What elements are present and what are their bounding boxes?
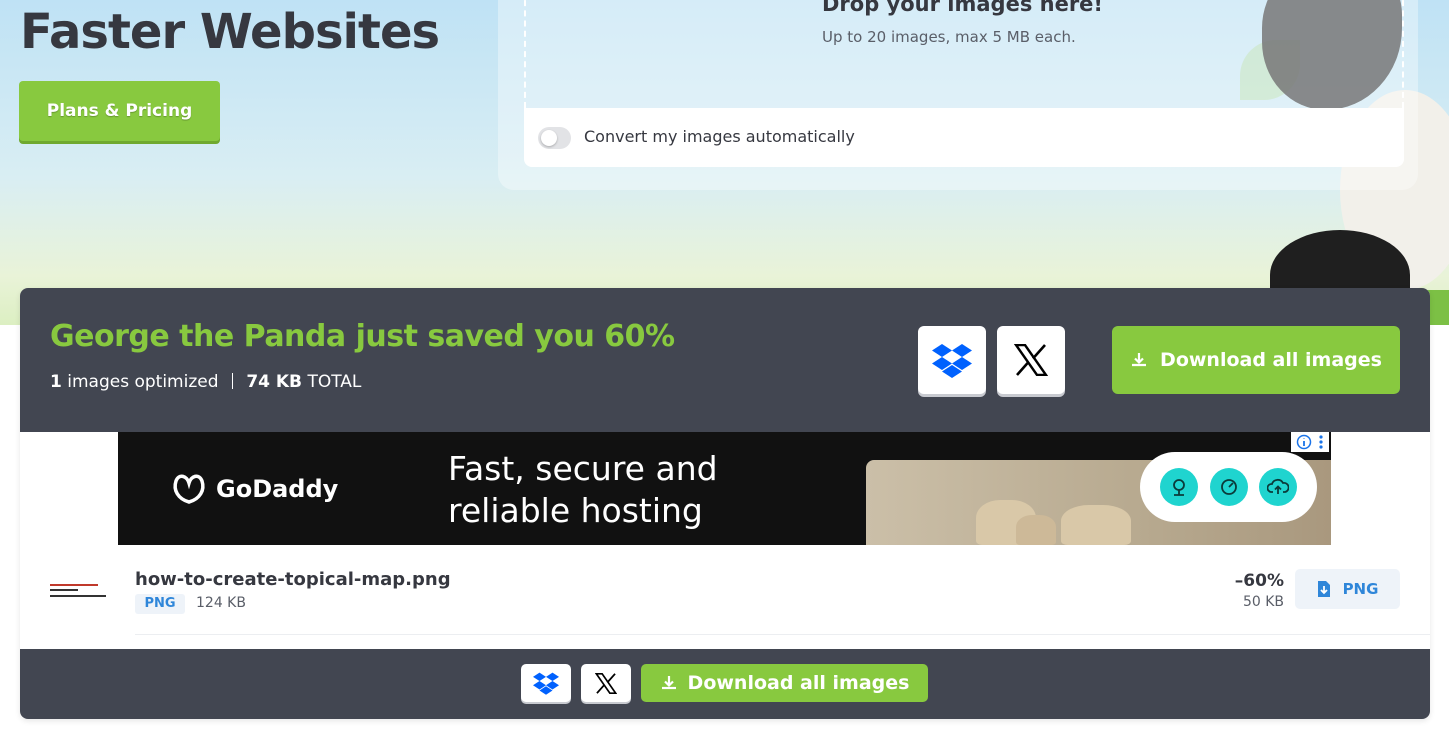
x-logo-icon	[1014, 344, 1048, 376]
thumb-line	[50, 589, 78, 591]
download-all-button[interactable]: Download all images	[1112, 326, 1400, 394]
info-icon[interactable]	[1296, 434, 1312, 450]
ad-feature-icons	[1140, 452, 1317, 522]
hero-title: Faster Websites	[20, 4, 440, 60]
auto-convert-toggle[interactable]	[538, 127, 571, 149]
thumb-line	[50, 595, 106, 597]
x-logo-icon	[595, 672, 617, 694]
file-download-button[interactable]: PNG	[1295, 569, 1400, 609]
dropbox-save-button[interactable]	[918, 326, 986, 394]
auto-convert-label: Convert my images automatically	[584, 127, 855, 146]
more-icon[interactable]	[1318, 434, 1324, 450]
dropzone-title: Drop your images here!	[822, 0, 1103, 16]
file-original-size: 124 KB	[196, 595, 246, 611]
download-icon	[661, 676, 676, 690]
x-share-button[interactable]	[997, 326, 1065, 394]
dropbox-icon	[932, 344, 972, 378]
results-footer: Download all images	[20, 649, 1430, 719]
ad-headline: Fast, secure and reliable hosting	[448, 449, 718, 530]
image-dropzone[interactable]	[524, 0, 1404, 108]
cloud-upload-icon	[1259, 468, 1298, 506]
thumb-line	[50, 584, 98, 586]
results-card: George the Panda just saved you 60% 1 im…	[20, 288, 1430, 719]
file-saving-percent: –60%	[1234, 571, 1284, 591]
hero-section: Faster Websites Plans & Pricing Drop you…	[0, 0, 1449, 325]
x-share-button-footer[interactable]	[581, 664, 631, 702]
ad-brand: GoDaddy	[216, 475, 339, 503]
speed-icon	[1209, 468, 1248, 506]
images-count: 1	[50, 372, 62, 392]
file-thumbnail	[48, 576, 112, 612]
stats-divider	[231, 373, 233, 389]
godaddy-logo: GoDaddy	[170, 472, 338, 506]
hosting-icon	[1159, 468, 1198, 506]
dropzone-subtitle: Up to 20 images, max 5 MB each.	[822, 28, 1076, 46]
ad-banner[interactable]: GoDaddy Fast, secure and reliable hostin…	[118, 432, 1331, 545]
file-download-icon	[1317, 581, 1330, 597]
download-all-label: Download all images	[1160, 349, 1382, 371]
toggle-knob	[541, 130, 557, 146]
file-name: how-to-create-topical-map.png	[135, 569, 451, 590]
vase-image	[1061, 505, 1131, 545]
plans-pricing-button[interactable]: Plans & Pricing	[19, 81, 220, 141]
file-new-size: 50 KB	[1242, 594, 1284, 610]
results-header: George the Panda just saved you 60% 1 im…	[20, 288, 1430, 432]
savings-headline: George the Panda just saved you 60%	[50, 319, 675, 354]
total-size: 74 KB	[246, 372, 303, 392]
images-label: images optimized	[67, 372, 219, 392]
download-all-button-footer[interactable]: Download all images	[641, 664, 928, 702]
download-icon	[1132, 353, 1147, 367]
ad-info-controls[interactable]	[1291, 432, 1329, 452]
file-type-badge: PNG	[135, 594, 185, 614]
vase-image	[1016, 515, 1056, 545]
godaddy-logo-icon	[173, 474, 205, 504]
auto-convert-row: Convert my images automatically	[524, 108, 1404, 167]
dropbox-save-button-footer[interactable]	[521, 664, 571, 702]
file-download-label: PNG	[1342, 580, 1379, 598]
dropbox-icon	[533, 672, 559, 695]
row-divider	[135, 634, 1430, 635]
total-label: TOTAL	[307, 372, 362, 392]
download-all-label-footer: Download all images	[687, 672, 910, 694]
summary-stats: 1 images optimized 74 KB TOTAL	[50, 372, 361, 392]
